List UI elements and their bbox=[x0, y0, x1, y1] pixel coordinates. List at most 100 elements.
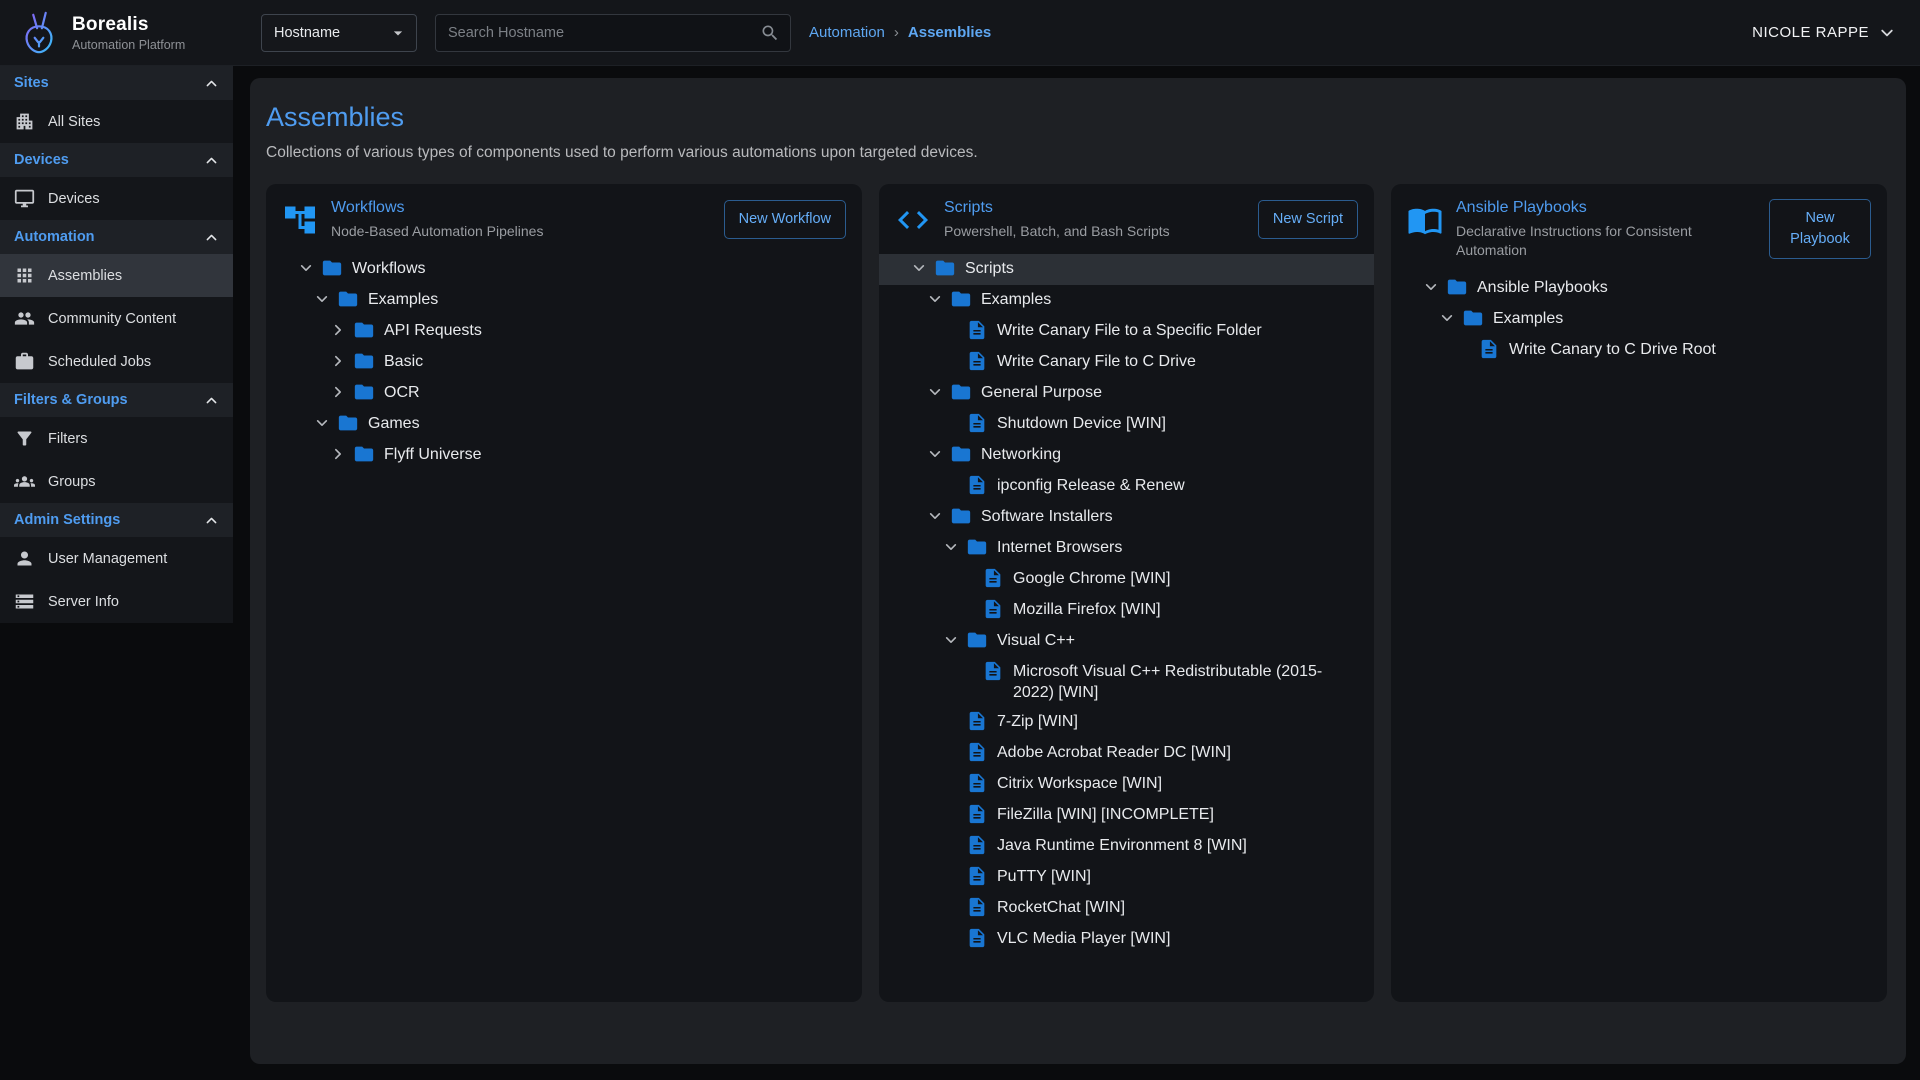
tree-item-internet-browsers[interactable]: Internet Browsers bbox=[879, 533, 1374, 564]
sidebar-section-label: Admin Settings bbox=[14, 512, 120, 528]
tree-item-examples[interactable]: Examples bbox=[1391, 304, 1887, 335]
tree-item-label: Shutdown Device [WIN] bbox=[997, 409, 1178, 439]
sidebar-item-all-sites[interactable]: All Sites bbox=[0, 100, 233, 143]
sidebar-item-server-info[interactable]: Server Info bbox=[0, 580, 233, 623]
server-icon bbox=[14, 591, 35, 612]
sidebar-section-devices[interactable]: Devices bbox=[0, 143, 233, 177]
indent-spacer bbox=[939, 893, 963, 921]
tree-item-java-runtime-environment-8-win[interactable]: Java Runtime Environment 8 [WIN] bbox=[879, 831, 1374, 862]
tree-item-basic[interactable]: Basic bbox=[266, 347, 862, 378]
tree-item-write-canary-file-to-c-drive[interactable]: Write Canary File to C Drive bbox=[879, 347, 1374, 378]
sidebar-item-label: Server Info bbox=[48, 594, 119, 610]
search-hostname bbox=[435, 14, 791, 52]
folder-icon bbox=[320, 254, 344, 282]
indent-spacer bbox=[955, 564, 979, 592]
sidebar-item-label: Devices bbox=[48, 191, 100, 207]
file-icon bbox=[981, 657, 1005, 685]
sidebar-item-scheduled-jobs[interactable]: Scheduled Jobs bbox=[0, 340, 233, 383]
tree-item-label: Basic bbox=[384, 347, 435, 377]
tree-item-adobe-acrobat-reader-dc-win[interactable]: Adobe Acrobat Reader DC [WIN] bbox=[879, 738, 1374, 769]
file-icon bbox=[965, 471, 989, 499]
folder-icon bbox=[1445, 273, 1469, 301]
new-playbook-button[interactable]: New Playbook bbox=[1769, 199, 1871, 259]
sidebar-section-sites[interactable]: Sites bbox=[0, 66, 233, 100]
tree-item-general-purpose[interactable]: General Purpose bbox=[879, 378, 1374, 409]
folder-icon bbox=[336, 285, 360, 313]
tree-item-label: Examples bbox=[1493, 304, 1575, 334]
new-workflow-button[interactable]: New Workflow bbox=[724, 200, 846, 239]
workflows-card-titles: WorkflowsNode-Based Automation Pipelines bbox=[331, 199, 543, 241]
tree-item-write-canary-to-c-drive-root[interactable]: Write Canary to C Drive Root bbox=[1391, 335, 1887, 366]
tree-item-examples[interactable]: Examples bbox=[266, 285, 862, 316]
monitor-icon bbox=[14, 188, 35, 209]
tree-item-label: Examples bbox=[981, 285, 1063, 315]
sidebar-item-assemblies[interactable]: Assemblies bbox=[0, 254, 233, 297]
folder-icon bbox=[965, 533, 989, 561]
new-script-button[interactable]: New Script bbox=[1258, 200, 1358, 239]
tree-item-label: Microsoft Visual C++ Redistributable (20… bbox=[1013, 657, 1374, 708]
hostname-select[interactable]: Hostname bbox=[261, 14, 417, 52]
tree-item-google-chrome-win[interactable]: Google Chrome [WIN] bbox=[879, 564, 1374, 595]
breadcrumb-item-assemblies[interactable]: Assemblies bbox=[908, 24, 991, 41]
sidebar-section-label: Devices bbox=[14, 152, 69, 168]
tree-item-write-canary-file-to-a-specific-folder[interactable]: Write Canary File to a Specific Folder bbox=[879, 316, 1374, 347]
breadcrumb-item-automation[interactable]: Automation bbox=[809, 24, 885, 41]
tree-item-api-requests[interactable]: API Requests bbox=[266, 316, 862, 347]
top-bar: Borealis Automation Platform Hostname Au… bbox=[0, 0, 1920, 66]
tree-item-mozilla-firefox-win[interactable]: Mozilla Firefox [WIN] bbox=[879, 595, 1374, 626]
folder-icon bbox=[352, 347, 376, 375]
tree-item-shutdown-device-win[interactable]: Shutdown Device [WIN] bbox=[879, 409, 1374, 440]
tree-item-putty-win[interactable]: PuTTY [WIN] bbox=[879, 862, 1374, 893]
tree-item-7-zip-win[interactable]: 7-Zip [WIN] bbox=[879, 707, 1374, 738]
tree-item-ipconfig-release-renew[interactable]: ipconfig Release & Renew bbox=[879, 471, 1374, 502]
tree-item-label: Scripts bbox=[965, 254, 1026, 284]
brand-name: Borealis bbox=[72, 14, 185, 36]
tree-item-filezilla-win-incomplete[interactable]: FileZilla [WIN] [INCOMPLETE] bbox=[879, 800, 1374, 831]
file-icon bbox=[965, 800, 989, 828]
tree-item-flyff-universe[interactable]: Flyff Universe bbox=[266, 440, 862, 471]
tree-item-ansible-playbooks[interactable]: Ansible Playbooks bbox=[1391, 273, 1887, 304]
tree-item-label: Visual C++ bbox=[997, 626, 1087, 656]
tree-item-scripts[interactable]: Scripts bbox=[879, 254, 1374, 285]
breadcrumb-separator: › bbox=[894, 24, 899, 41]
file-icon bbox=[981, 595, 1005, 623]
tree-item-examples[interactable]: Examples bbox=[879, 285, 1374, 316]
scripts-card-header: ScriptsPowershell, Batch, and Bash Scrip… bbox=[879, 184, 1374, 252]
sidebar-item-groups[interactable]: Groups bbox=[0, 460, 233, 503]
tree-item-workflows[interactable]: Workflows bbox=[266, 254, 862, 285]
sidebar-item-filters[interactable]: Filters bbox=[0, 417, 233, 460]
indent-spacer bbox=[939, 800, 963, 828]
sidebar-item-user-management[interactable]: User Management bbox=[0, 537, 233, 580]
tree-item-rocketchat-win[interactable]: RocketChat [WIN] bbox=[879, 893, 1374, 924]
sidebar-section-automation[interactable]: Automation bbox=[0, 220, 233, 254]
sidebar-item-devices[interactable]: Devices bbox=[0, 177, 233, 220]
tree-item-software-installers[interactable]: Software Installers bbox=[879, 502, 1374, 533]
scripts-card: Scripts Powershell, Batch, and Bash Scrip… bbox=[879, 184, 1374, 1002]
apartment-icon bbox=[14, 111, 35, 132]
search-hostname-input[interactable] bbox=[448, 25, 760, 41]
chevron-down-icon bbox=[923, 285, 947, 313]
user-name: NICOLE RAPPE bbox=[1752, 24, 1869, 41]
tree-item-label: Java Runtime Environment 8 [WIN] bbox=[997, 831, 1259, 861]
tree-item-visual-c[interactable]: Visual C++ bbox=[879, 626, 1374, 657]
sidebar-section-admin-settings[interactable]: Admin Settings bbox=[0, 503, 233, 537]
sidebar-item-community-content[interactable]: Community Content bbox=[0, 297, 233, 340]
sidebar-section-filters-groups[interactable]: Filters & Groups bbox=[0, 383, 233, 417]
user-menu[interactable]: NICOLE RAPPE bbox=[1752, 22, 1898, 44]
chevron-down-icon bbox=[923, 440, 947, 468]
chevron-down-icon bbox=[310, 409, 334, 437]
chevron-down-icon bbox=[1876, 22, 1898, 44]
people-icon bbox=[14, 308, 35, 329]
tree-item-microsoft-visual-c-redistributable-2015-2022-win[interactable]: Microsoft Visual C++ Redistributable (20… bbox=[879, 657, 1374, 708]
tree-item-label: OCR bbox=[384, 378, 432, 408]
tree-item-networking[interactable]: Networking bbox=[879, 440, 1374, 471]
folder-icon bbox=[949, 440, 973, 468]
workflow-icon bbox=[282, 202, 318, 238]
chevron-right-icon bbox=[326, 440, 350, 468]
tree-item-ocr[interactable]: OCR bbox=[266, 378, 862, 409]
tree-item-citrix-workspace-win[interactable]: Citrix Workspace [WIN] bbox=[879, 769, 1374, 800]
tree-item-games[interactable]: Games bbox=[266, 409, 862, 440]
folder-icon bbox=[336, 409, 360, 437]
scripts-card-subtitle: Powershell, Batch, and Bash Scripts bbox=[944, 222, 1170, 241]
tree-item-vlc-media-player-win[interactable]: VLC Media Player [WIN] bbox=[879, 924, 1374, 955]
